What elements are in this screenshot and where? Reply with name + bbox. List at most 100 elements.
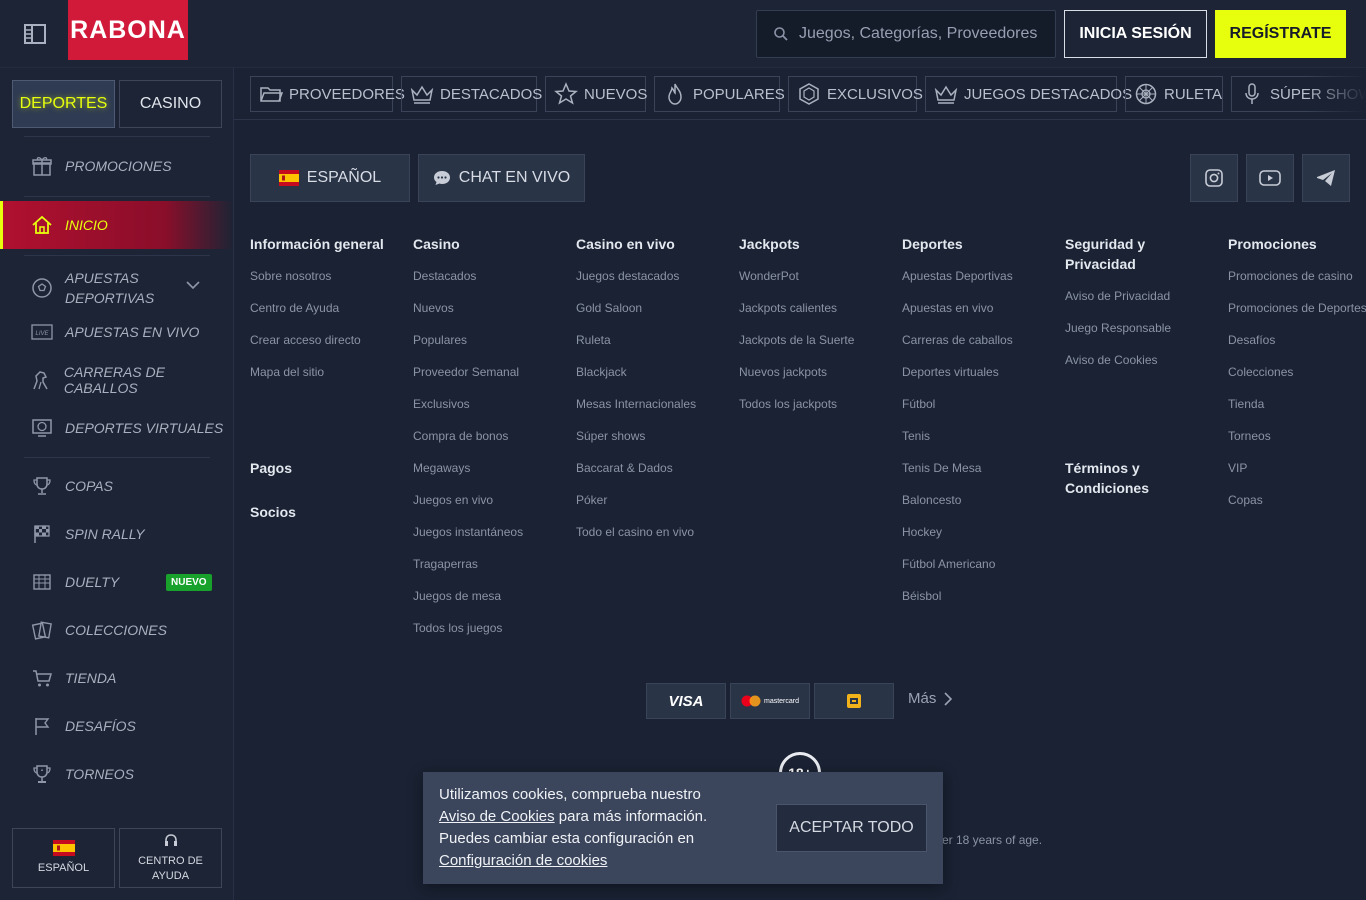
footer-link[interactable]: Juegos instantáneos <box>413 516 563 548</box>
footer-link[interactable]: Copas <box>1228 484 1366 516</box>
footer-link[interactable]: Jackpots de la Suerte <box>739 324 889 356</box>
footer-link[interactable]: Nuevos <box>413 292 563 324</box>
footer-link[interactable]: Sobre nosotros <box>250 260 400 292</box>
accept-all-cookies-button[interactable]: ACEPTAR TODO <box>776 804 927 852</box>
footer-link[interactable]: Juegos en vivo <box>413 484 563 516</box>
payment-visa[interactable]: VISA <box>646 683 726 719</box>
category-ruleta[interactable]: RULETA <box>1125 76 1223 112</box>
sidebar-item-promociones[interactable]: PROMOCIONES <box>0 142 234 190</box>
footer-link[interactable]: Mesas Internacionales <box>576 388 726 420</box>
footer-link[interactable]: Todos los jackpots <box>739 388 889 420</box>
sidebar-item-duelty[interactable]: DUELTY NUEVO <box>0 558 234 606</box>
tab-casino[interactable]: CASINO <box>119 80 222 128</box>
footer-link[interactable]: Baloncesto <box>902 484 1052 516</box>
footer-link[interactable]: Promociones de casino <box>1228 260 1366 292</box>
footer-link[interactable]: VIP <box>1228 452 1366 484</box>
footer-link[interactable]: Promociones de Deportes <box>1228 292 1366 324</box>
footer-link[interactable]: Centro de Ayuda <box>250 292 400 324</box>
footer-link[interactable]: Torneos <box>1228 420 1366 452</box>
footer-link[interactable]: Tenis De Mesa <box>902 452 1052 484</box>
help-center-button[interactable]: CENTRO DE AYUDA <box>119 828 222 888</box>
cookie-text-line: Utilizamos cookies, comprueba nuestro <box>439 786 701 803</box>
footer-link[interactable]: Tenis <box>902 420 1052 452</box>
category-juegos-destacados[interactable]: JUEGOS DESTACADOS <box>925 76 1132 112</box>
cookie-text: Utilizamos cookies, comprueba nuestro Av… <box>439 784 759 872</box>
payment-mastercard[interactable]: mastercard <box>730 683 810 719</box>
footer-link[interactable]: Juego Responsable <box>1065 312 1215 344</box>
footer-link[interactable]: Juegos destacados <box>576 260 726 292</box>
footer-link[interactable]: Juegos de mesa <box>413 580 563 612</box>
sidebar-divider <box>24 457 210 458</box>
tab-deportes[interactable]: DEPORTES <box>12 80 115 128</box>
footer-link[interactable]: Compra de bonos <box>413 420 563 452</box>
footer-link[interactable]: Nuevos jackpots <box>739 356 889 388</box>
sidebar-item-label: CARRERAS DE CABALLOS <box>63 364 165 396</box>
footer-link[interactable]: Carreras de caballos <box>902 324 1052 356</box>
footer-link[interactable]: Baccarat & Dados <box>576 452 726 484</box>
footer-link[interactable]: Desafíos <box>1228 324 1366 356</box>
sidebar-item-desafios[interactable]: DESAFÍOS <box>0 702 234 750</box>
cookie-settings-link[interactable]: Configuración de cookies <box>439 852 607 869</box>
footer-link[interactable]: Tragaperras <box>413 548 563 580</box>
footer-heading-socios[interactable]: Socios <box>250 502 296 522</box>
register-button[interactable]: REGÍSTRATE <box>1215 10 1346 58</box>
footer-link[interactable]: Destacados <box>413 260 563 292</box>
footer-language-button[interactable]: ESPAÑOL <box>250 154 410 202</box>
category-nuevos[interactable]: NUEVOS <box>545 76 647 112</box>
footer-link[interactable]: WonderPot <box>739 260 889 292</box>
footer-link[interactable]: Crear acceso directo <box>250 324 400 356</box>
footer-link[interactable]: Tienda <box>1228 388 1366 420</box>
footer-link[interactable]: Jackpots calientes <box>739 292 889 324</box>
footer-link[interactable]: Súper shows <box>576 420 726 452</box>
category-destacados[interactable]: DESTACADOS <box>401 76 542 112</box>
sidebar-item-spin-rally[interactable]: SPIN RALLY <box>0 510 234 558</box>
youtube-button[interactable] <box>1246 154 1294 202</box>
footer-link[interactable]: Póker <box>576 484 726 516</box>
footer-link[interactable]: Apuestas Deportivas <box>902 260 1052 292</box>
category-proveedores[interactable]: PROVEEDORES <box>250 76 405 112</box>
footer-link[interactable]: Fútbol Americano <box>902 548 1052 580</box>
sidebar-item-inicio[interactable]: INICIO <box>0 201 234 249</box>
footer-link[interactable]: Megaways <box>413 452 563 484</box>
logo[interactable]: RABONA <box>68 0 188 60</box>
footer-link[interactable]: Mapa del sitio <box>250 356 400 388</box>
footer-link[interactable]: Aviso de Privacidad <box>1065 280 1215 312</box>
telegram-button[interactable] <box>1302 154 1350 202</box>
footer-link[interactable]: Aviso de Cookies <box>1065 344 1215 376</box>
cookie-notice-link[interactable]: Aviso de Cookies <box>439 808 555 825</box>
footer-link[interactable]: Béisbol <box>902 580 1052 612</box>
footer-link[interactable]: Ruleta <box>576 324 726 356</box>
category-exclusivos[interactable]: EXCLUSIVOS <box>788 76 923 112</box>
payment-other[interactable] <box>814 683 894 719</box>
footer-link[interactable]: Fútbol <box>902 388 1052 420</box>
footer-link[interactable]: Apuestas en vivo <box>902 292 1052 324</box>
footer-heading-pagos[interactable]: Pagos <box>250 458 292 478</box>
sidebar-item-copas[interactable]: COPAS <box>0 462 234 510</box>
instagram-button[interactable] <box>1190 154 1238 202</box>
sidebar-toggle-icon[interactable] <box>24 24 48 44</box>
sidebar-item-torneos[interactable]: TORNEOS <box>0 750 234 798</box>
sidebar-item-deportes-virtuales[interactable]: DEPORTES VIRTUALES <box>0 404 234 452</box>
sidebar-item-colecciones[interactable]: COLECCIONES <box>0 606 234 654</box>
footer-link[interactable]: Gold Saloon <box>576 292 726 324</box>
footer-link[interactable]: Todos los juegos <box>413 612 563 644</box>
search-input[interactable]: Juegos, Categorías, Proveedores <box>756 10 1056 58</box>
footer-link[interactable]: Deportes virtuales <box>902 356 1052 388</box>
footer-link[interactable]: Todo el casino en vivo <box>576 516 726 548</box>
footer-link[interactable]: Colecciones <box>1228 356 1366 388</box>
sidebar-item-carreras-de-caballos[interactable]: CARRERAS DE CABALLOS <box>0 356 234 404</box>
footer-link[interactable]: Populares <box>413 324 563 356</box>
footer-link[interactable]: Exclusivos <box>413 388 563 420</box>
language-button[interactable]: ESPAÑOL <box>12 828 115 888</box>
footer-link[interactable]: Hockey <box>902 516 1052 548</box>
sidebar-item-apuestas-en-vivo[interactable]: LIVE APUESTAS EN VIVO <box>0 308 234 356</box>
category-populares[interactable]: POPULARES <box>654 76 785 112</box>
login-button[interactable]: INICIA SESIÓN <box>1064 10 1207 58</box>
footer-heading-terminos[interactable]: Términos y Condiciones <box>1065 458 1149 498</box>
more-payments-link[interactable]: Más <box>908 690 953 707</box>
live-chat-button[interactable]: CHAT EN VIVO <box>418 154 585 202</box>
chevron-down-icon[interactable] <box>186 280 200 290</box>
footer-link[interactable]: Proveedor Semanal <box>413 356 563 388</box>
footer-link[interactable]: Blackjack <box>576 356 726 388</box>
sidebar-item-tienda[interactable]: TIENDA <box>0 654 234 702</box>
